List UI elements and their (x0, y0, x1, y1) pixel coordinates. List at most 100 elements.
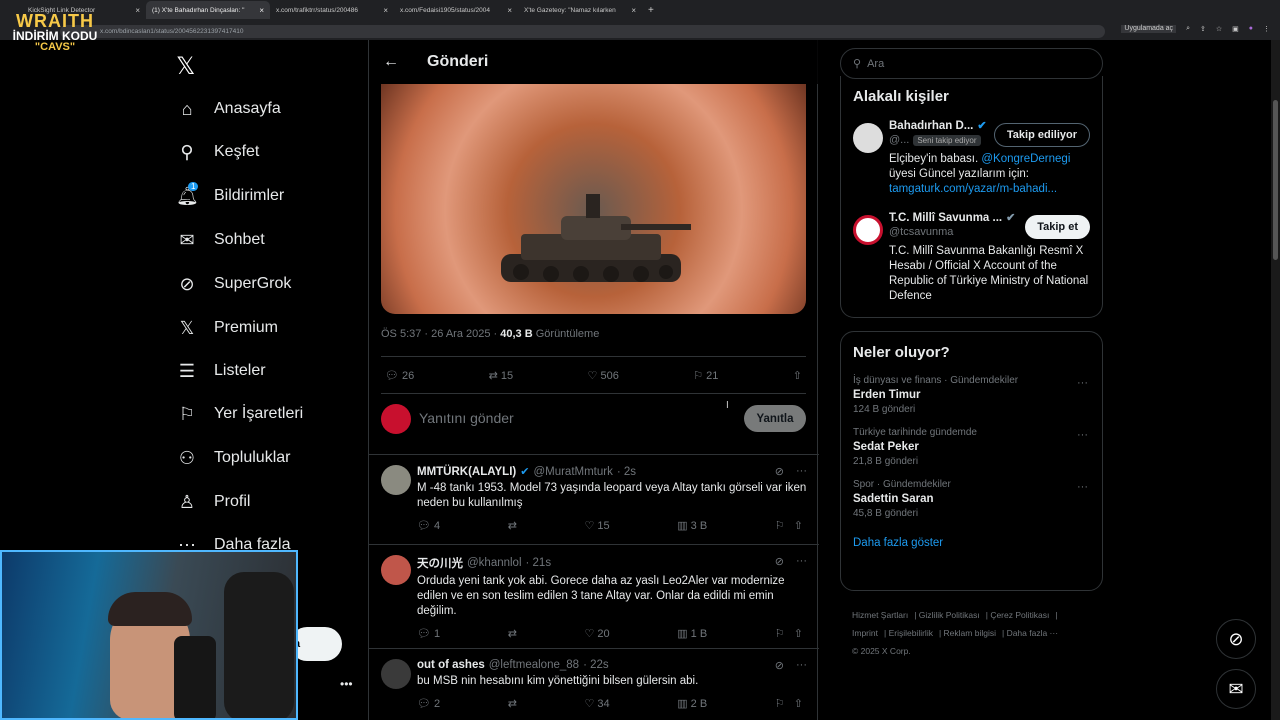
messages-fab-icon[interactable]: ✉ (1216, 669, 1256, 709)
repost-icon[interactable]: ⇄ (508, 627, 517, 640)
avatar[interactable] (381, 555, 411, 585)
reply-input[interactable]: Yanıtını gönder (419, 410, 514, 426)
footer-link[interactable]: Gizlilik Politikası (919, 610, 980, 620)
more-icon[interactable]: ··· (796, 659, 807, 672)
tweet-time[interactable]: · 2s (617, 466, 636, 478)
grok-icon[interactable]: ⊘ (775, 465, 784, 478)
views-action[interactable]: ▥ 1 B (677, 627, 707, 640)
reply-tweet[interactable]: MMTÜRK(ALAYLI) ✔ @MuratMmturk · 2s ⊘ ··· M -… (369, 454, 819, 544)
nav-profile[interactable]: ♙ Profil (168, 482, 251, 522)
more-icon[interactable]: ··· (1077, 429, 1088, 441)
views-action[interactable]: ▥ 2 B (677, 697, 707, 710)
extensions-icon[interactable]: ▣ (1232, 25, 1239, 33)
back-arrow-icon[interactable]: ← (383, 53, 399, 71)
x-logo-icon[interactable]: 𝕏 (176, 52, 195, 81)
close-icon[interactable]: × (259, 6, 264, 15)
reply-tweet[interactable]: out of ashes @leftmealone_88 · 22s ⊘ ··· bu… (369, 648, 819, 720)
close-icon[interactable]: × (631, 6, 636, 15)
author-handle[interactable]: @MuratMmturk (533, 466, 612, 478)
like-action[interactable]: ♡ 15 (584, 519, 609, 532)
share-icon[interactable]: ⇪ (1200, 25, 1206, 33)
repost-action[interactable]: ⇄ 15 (489, 369, 514, 382)
show-more-link[interactable]: Daha fazla göster (841, 525, 1102, 561)
menu-icon[interactable]: ⋮ (1263, 25, 1270, 33)
person-card[interactable]: T.C. Millî Savunma ... ✔ @tcsavunma T.C. … (841, 205, 1102, 312)
nav-home[interactable]: ⌂ Anasayfa (168, 89, 281, 129)
bookmark-icon[interactable]: ⚐ ⇧ (775, 627, 803, 640)
tweet-time[interactable]: · 21s (526, 557, 552, 569)
bookmark-icon[interactable]: ⚐ ⇧ (775, 697, 803, 710)
footer-link[interactable]: Reklam bilgisi (944, 628, 996, 638)
profile-avatar-icon[interactable]: ● (1249, 25, 1253, 33)
zoom-icon[interactable]: ⌕ (1186, 25, 1190, 33)
bio-link[interactable]: @KongreDernegi (981, 153, 1070, 165)
nav-premium[interactable]: 𝕏 Premium (168, 308, 278, 348)
nav-chat[interactable]: ✉ Sohbet (168, 220, 264, 260)
scrollbar[interactable] (1271, 40, 1280, 720)
nav-bookmarks[interactable]: ⚐ Yer İşaretleri (168, 394, 303, 434)
bio-link[interactable]: tamgaturk.com/yazar/m-bahadi... (889, 183, 1057, 195)
reply-action[interactable]: 💬︎ 26 (385, 369, 414, 382)
author-handle[interactable]: @khannlol (467, 557, 522, 569)
avatar[interactable] (853, 123, 883, 153)
footer-link[interactable]: Imprint (852, 628, 878, 638)
footer-link[interactable]: Daha fazla ··· (1007, 628, 1059, 638)
following-button[interactable]: Takip ediliyor (993, 123, 1090, 147)
address-field[interactable]: x.com/bdincaslan1/status/200456223139741… (60, 25, 1105, 38)
nav-supergrok[interactable]: ⊘ SuperGrok (168, 264, 291, 304)
avatar[interactable] (381, 465, 411, 495)
author-name[interactable]: out of ashes (417, 659, 485, 671)
trend-item[interactable]: Türkiye tarihinde gündemde Sedat Peker 2… (841, 421, 1102, 473)
footer-link[interactable]: Erişilebilirlik (889, 628, 933, 638)
avatar[interactable] (381, 404, 411, 434)
new-tab-icon[interactable]: + (642, 5, 654, 16)
reply-action[interactable]: 💬︎ 2 (417, 697, 440, 710)
open-in-app-button[interactable]: Uygulamada aç (1121, 25, 1177, 33)
close-icon[interactable]: × (135, 6, 140, 15)
close-icon[interactable]: × (383, 6, 388, 15)
star-icon[interactable]: ☆ (1216, 25, 1222, 33)
like-action[interactable]: ♡ 506 (588, 369, 619, 382)
nav-explore[interactable]: ⚲ Keşfet (168, 132, 259, 172)
grok-fab-icon[interactable]: ⊘ (1216, 619, 1256, 659)
nav-lists[interactable]: ☰ Listeler (168, 351, 266, 391)
post-timestamp[interactable]: ÖS 5:37 · 26 Ara 2025 · (381, 328, 500, 340)
author-handle[interactable]: @leftmealone_88 (489, 659, 579, 671)
grok-icon[interactable]: ⊘ (775, 555, 784, 568)
trend-item[interactable]: Spor · Gündemdekiler Sadettin Saran 45,8… (841, 473, 1102, 525)
avatar[interactable] (381, 659, 411, 689)
bookmark-icon[interactable]: ⚐ ⇧ (775, 519, 803, 532)
like-action[interactable]: ♡ 34 (584, 697, 609, 710)
reply-action[interactable]: 💬︎ 4 (417, 519, 440, 532)
avatar[interactable] (853, 215, 883, 245)
account-more-icon[interactable]: ••• (340, 677, 353, 691)
browser-tab[interactable]: x.com/trafiktrr/status/200486 × (270, 1, 394, 19)
trend-item[interactable]: İş dünyası ve finans · Gündemdekiler Erd… (841, 369, 1102, 421)
browser-tab-active[interactable]: (1) X'te Bahadırhan Dinçaslan: " × (146, 1, 270, 19)
search-input[interactable]: ⚲ Ara (840, 48, 1103, 79)
views-action[interactable]: ▥ 3 B (677, 519, 707, 532)
repost-icon[interactable]: ⇄ (508, 697, 517, 710)
reply-tweet[interactable]: 天の川光 @khannlol · 21s ⊘ ··· Orduda yeni tank… (369, 544, 819, 648)
more-icon[interactable]: ··· (1077, 377, 1088, 389)
more-icon[interactable]: ··· (796, 555, 807, 568)
grok-icon[interactable]: ⊘ (775, 659, 784, 672)
post-image[interactable] (381, 84, 806, 314)
scrollbar-thumb[interactable] (1273, 100, 1278, 260)
browser-tab[interactable]: x.com/Fedaisi1905/status/2004 × (394, 1, 518, 19)
reply-button[interactable]: Yanıtla (744, 405, 806, 432)
more-icon[interactable]: ··· (1077, 481, 1088, 493)
person-card[interactable]: Bahadırhan D... ✔ @... Seni takip ediyor E… (841, 113, 1102, 205)
footer-link[interactable]: Çerez Politikası (990, 610, 1049, 620)
reply-action[interactable]: 💬︎ 1 (417, 627, 440, 640)
close-icon[interactable]: × (507, 6, 512, 15)
author-name[interactable]: 天の川光 (417, 555, 463, 571)
author-name[interactable]: MMTÜRK(ALAYLI) (417, 466, 516, 478)
footer-link[interactable]: Hizmet Şartları (852, 610, 908, 620)
share-icon[interactable]: ⇧ (793, 369, 802, 382)
repost-icon[interactable]: ⇄ (508, 519, 517, 532)
tweet-time[interactable]: · 22s (583, 659, 609, 671)
browser-tab[interactable]: X'te Gazeteoy: "Namaz kılarken × (518, 1, 642, 19)
follow-button[interactable]: Takip et (1025, 215, 1090, 239)
nav-communities[interactable]: ⚇ Topluluklar (168, 438, 291, 478)
